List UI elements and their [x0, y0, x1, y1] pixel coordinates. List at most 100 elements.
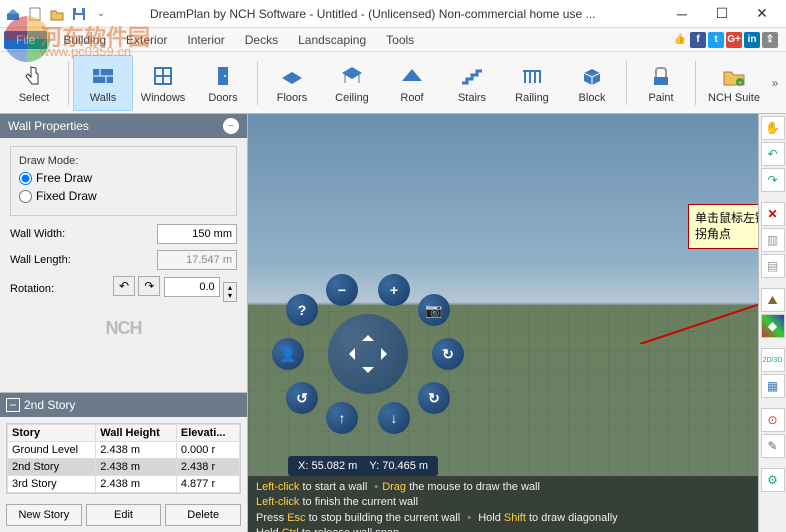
qat-save-icon[interactable]: [70, 5, 88, 23]
nav-rotate-left-button[interactable]: ↺: [286, 382, 318, 414]
toolbar-expand-icon[interactable]: »: [768, 76, 782, 90]
radio-free-draw-row[interactable]: Free Draw: [19, 171, 228, 185]
twitter-icon[interactable]: t: [708, 32, 724, 48]
doors-icon: [209, 62, 237, 90]
rt-material-button[interactable]: ◆: [761, 314, 785, 338]
nav-up-button[interactable]: ↑: [326, 402, 358, 434]
table-row[interactable]: Ground Level 2.438 m 0.000 r: [8, 442, 240, 459]
rotation-row: Rotation: ↶ ↷ ▴▾: [10, 276, 237, 302]
story-title: 2nd Story: [24, 398, 75, 412]
nav-rotate-right-button[interactable]: ↻: [432, 338, 464, 370]
rt-undo-button[interactable]: ↶: [761, 142, 785, 166]
col-wall-height[interactable]: Wall Height: [96, 425, 177, 442]
collapse-panel-icon[interactable]: −: [223, 118, 239, 134]
rt-redo-button[interactable]: ↷: [761, 168, 785, 192]
draw-mode-group: Draw Mode: Free Draw Fixed Draw: [10, 146, 237, 216]
tool-walls[interactable]: Walls: [73, 55, 133, 111]
tool-ceiling[interactable]: Ceiling: [322, 55, 382, 111]
tool-block[interactable]: Block: [562, 55, 622, 111]
facebook-icon[interactable]: f: [690, 32, 706, 48]
menu-exterior[interactable]: Exterior: [116, 31, 177, 49]
close-button[interactable]: ✕: [742, 1, 782, 27]
nav-help-button[interactable]: ?: [286, 294, 318, 326]
rt-paste-button[interactable]: ▤: [761, 254, 785, 278]
menu-interior[interactable]: Interior: [177, 31, 234, 49]
table-row[interactable]: 2nd Story 2.438 m 2.438 r: [8, 459, 240, 476]
nav-zoom-in-button[interactable]: +: [378, 274, 410, 306]
story-panel-header: − 2nd Story: [0, 393, 247, 417]
rt-grid-button[interactable]: ▦: [761, 374, 785, 398]
tool-stairs[interactable]: Stairs: [442, 55, 502, 111]
titlebar: ⌄ DreamPlan by NCH Software - Untitled -…: [0, 0, 786, 28]
tool-paint[interactable]: Paint: [631, 55, 691, 111]
block-icon: [578, 62, 606, 90]
col-elevation[interactable]: Elevati...: [176, 425, 239, 442]
like-icon[interactable]: 👍: [672, 32, 688, 48]
col-story[interactable]: Story: [8, 425, 96, 442]
nav-camera-button[interactable]: 📷: [418, 294, 450, 326]
tool-floors[interactable]: Floors: [262, 55, 322, 111]
story-collapse-icon[interactable]: −: [6, 398, 20, 412]
rt-roof-button[interactable]: ⛰: [761, 288, 785, 312]
share-icon[interactable]: ⇪: [762, 32, 778, 48]
rt-view-toggle-button[interactable]: 2D/3D: [761, 348, 785, 372]
nav-down-button[interactable]: ↓: [378, 402, 410, 434]
wall-width-input[interactable]: [157, 224, 237, 244]
toolbar: Select Walls Windows Doors Floors Ceilin…: [0, 52, 786, 114]
radio-free-draw[interactable]: [19, 172, 32, 185]
tool-select-label: Select: [19, 92, 50, 104]
coordinates-readout: X: 55.082 m Y: 70.465 m: [288, 456, 438, 476]
tool-nch-suite[interactable]: + NCH Suite: [700, 55, 768, 111]
rt-measure-button[interactable]: ✎: [761, 434, 785, 458]
tool-roof[interactable]: Roof: [382, 55, 442, 111]
rotate-ccw-button[interactable]: ↶: [113, 276, 135, 296]
menu-decks[interactable]: Decks: [235, 31, 288, 49]
radio-fixed-draw-row[interactable]: Fixed Draw: [19, 189, 228, 203]
nav-tilt-button[interactable]: ↻: [418, 382, 450, 414]
nav-pan-wheel[interactable]: [328, 314, 408, 394]
rt-settings-button[interactable]: ⚙: [761, 468, 785, 492]
rt-pan-button[interactable]: ✋: [761, 116, 785, 140]
wall-width-row: Wall Width:: [10, 224, 237, 244]
tool-select[interactable]: Select: [4, 55, 64, 111]
edit-story-button[interactable]: Edit: [86, 504, 162, 526]
tool-railing[interactable]: Railing: [502, 55, 562, 111]
radio-free-draw-label: Free Draw: [36, 171, 92, 185]
tool-doors[interactable]: Doors: [193, 55, 253, 111]
window-controls: ─ ☐ ✕: [662, 1, 782, 27]
maximize-button[interactable]: ☐: [702, 1, 742, 27]
minimize-button[interactable]: ─: [662, 1, 702, 27]
tool-windows[interactable]: Windows: [133, 55, 193, 111]
radio-fixed-draw[interactable]: [19, 190, 32, 203]
menu-landscaping[interactable]: Landscaping: [288, 31, 376, 49]
help-bar: Left-click to start a wall •Drag the mou…: [248, 476, 786, 532]
nav-person-button[interactable]: 👤: [272, 338, 304, 370]
story-table: Story Wall Height Elevati... Ground Leve…: [6, 423, 241, 494]
paint-icon: [647, 62, 675, 90]
stairs-icon: [458, 62, 486, 90]
googleplus-icon[interactable]: G+: [726, 32, 742, 48]
qat-dropdown-icon[interactable]: ⌄: [92, 5, 110, 23]
rt-copy-button[interactable]: ▥: [761, 228, 785, 252]
rotation-stepper[interactable]: ▴▾: [223, 282, 237, 302]
tool-roof-label: Roof: [400, 92, 423, 104]
rotation-input[interactable]: [164, 277, 220, 297]
viewport-3d[interactable]: 单击鼠标左键，定位第一个拐角点 − + ? 📷 👤 ↻ ↺ ↻ ↑ ↓ X: 5…: [248, 114, 786, 532]
rotate-cw-button[interactable]: ↷: [138, 276, 160, 296]
qat-new-icon[interactable]: [26, 5, 44, 23]
nav-zoom-out-button[interactable]: −: [326, 274, 358, 306]
rt-delete-button[interactable]: ✕: [761, 202, 785, 226]
new-story-button[interactable]: New Story: [6, 504, 82, 526]
delete-story-button[interactable]: Delete: [165, 504, 241, 526]
navigation-wheel: − + ? 📷 👤 ↻ ↺ ↻ ↑ ↓: [278, 274, 458, 434]
table-row[interactable]: 3rd Story 2.438 m 4.877 r: [8, 476, 240, 493]
linkedin-icon[interactable]: in: [744, 32, 760, 48]
file-menu-button[interactable]: File: [4, 31, 47, 49]
menu-building[interactable]: Building: [53, 31, 116, 49]
wall-length-label: Wall Length:: [10, 254, 71, 266]
qat-dreamplan-icon[interactable]: [4, 5, 22, 23]
qat-open-icon[interactable]: [48, 5, 66, 23]
menu-tools[interactable]: Tools: [376, 31, 424, 49]
rt-snap-button[interactable]: ⊙: [761, 408, 785, 432]
menubar: File Building Exterior Interior Decks La…: [0, 28, 786, 52]
